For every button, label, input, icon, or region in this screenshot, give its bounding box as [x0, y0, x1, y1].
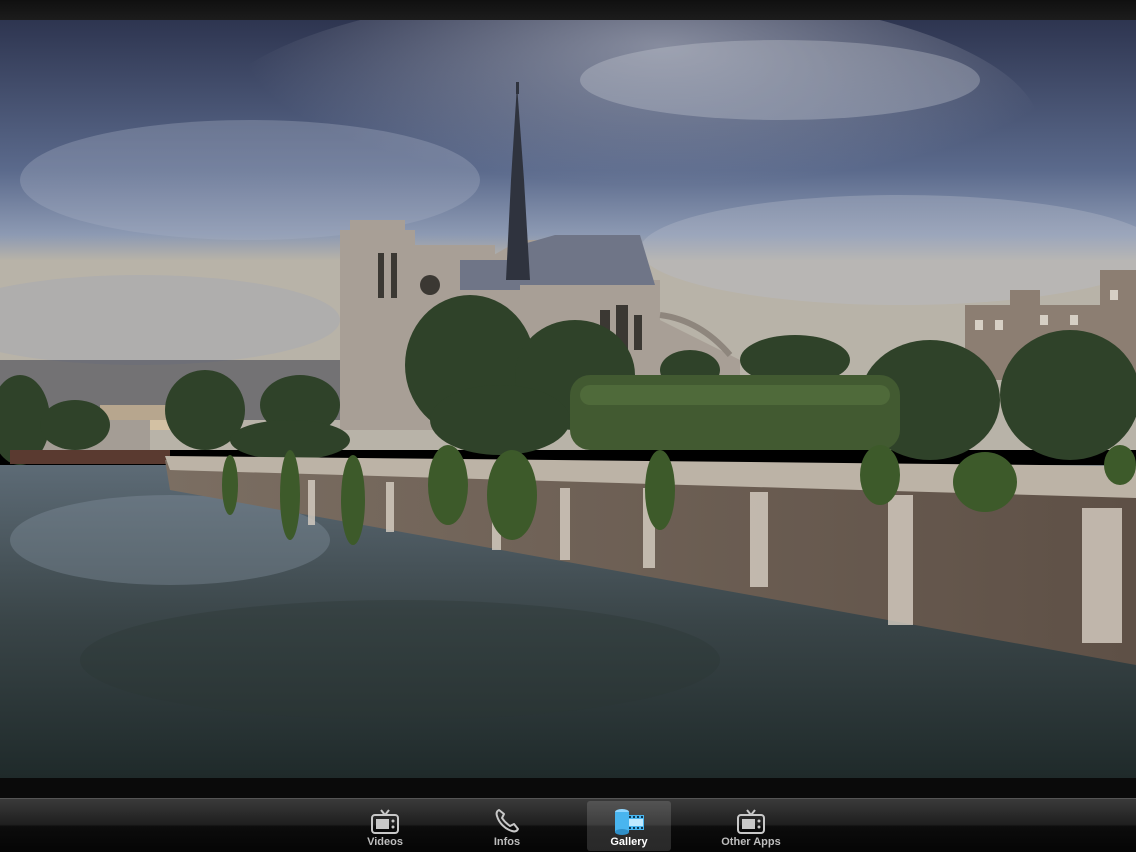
- tab-gallery[interactable]: Gallery: [587, 801, 671, 851]
- tab-infos[interactable]: Infos: [467, 801, 547, 851]
- tab-other-apps-label: Other Apps: [721, 836, 781, 848]
- tv-icon: [734, 806, 768, 836]
- tv-icon: [368, 806, 402, 836]
- film-roll-icon: [612, 806, 646, 836]
- photo-bottom-strip: [0, 778, 1136, 798]
- tab-gallery-label: Gallery: [610, 836, 648, 848]
- tab-infos-label: Infos: [493, 836, 521, 848]
- top-status-bar: [0, 0, 1136, 20]
- tab-videos-label: Videos: [367, 836, 403, 848]
- tab-bar: Videos Infos Gallery Other Apps: [0, 798, 1136, 852]
- tab-other-apps[interactable]: Other Apps: [706, 801, 796, 851]
- phone-icon: [490, 806, 524, 836]
- tab-videos[interactable]: Videos: [345, 801, 425, 851]
- photo-image: [0, 20, 1136, 778]
- gallery-photo[interactable]: [0, 20, 1136, 778]
